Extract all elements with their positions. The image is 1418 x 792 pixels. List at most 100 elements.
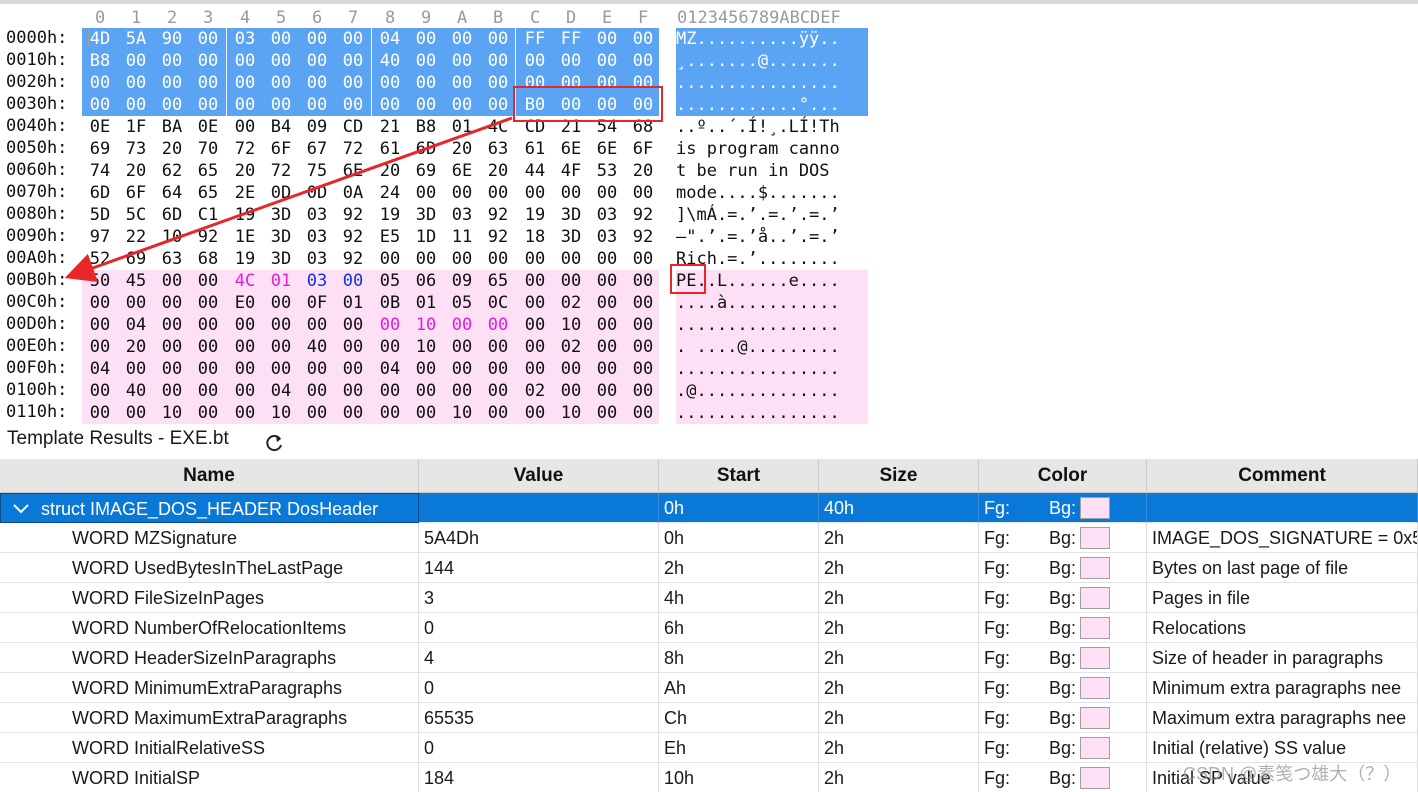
hex-byte[interactable]: 53 — [589, 160, 625, 182]
template-row[interactable]: WORD MinimumExtraParagraphs 0 Ah 2h Fg: Bg: Mi… — [0, 673, 1418, 703]
hex-byte[interactable]: 02 — [553, 292, 589, 314]
header-value[interactable]: Value — [419, 459, 659, 493]
hex-byte[interactable]: 00 — [299, 94, 335, 116]
hex-byte[interactable]: 00 — [480, 248, 516, 270]
hex-byte[interactable]: 50 — [82, 270, 118, 292]
hex-byte[interactable]: 19 — [227, 248, 263, 270]
bg-color-swatch[interactable] — [1080, 497, 1110, 519]
chevron-down-icon[interactable] — [11, 494, 31, 522]
hex-byte[interactable]: 00 — [408, 402, 444, 424]
hex-byte[interactable]: 00 — [263, 50, 299, 72]
hex-byte[interactable]: 00 — [480, 336, 516, 358]
hex-byte[interactable]: 52 — [82, 248, 118, 270]
hex-byte[interactable]: 03 — [299, 226, 335, 248]
hex-byte[interactable]: 10 — [408, 314, 444, 336]
hex-byte[interactable]: 3D — [263, 204, 299, 226]
hex-byte[interactable]: 20 — [227, 160, 263, 182]
hex-byte[interactable]: 00 — [589, 314, 625, 336]
hex-byte[interactable]: 00 — [480, 402, 516, 424]
hex-byte[interactable]: 00 — [553, 380, 589, 402]
hex-byte[interactable]: 00 — [589, 248, 625, 270]
hex-byte[interactable]: 03 — [444, 204, 480, 226]
hex-byte[interactable]: 00 — [625, 28, 661, 50]
hex-byte[interactable]: B8 — [82, 50, 118, 72]
hex-byte[interactable]: 00 — [589, 28, 625, 50]
hex-byte[interactable]: 00 — [553, 248, 589, 270]
hex-byte[interactable]: 00 — [82, 94, 118, 116]
hex-byte[interactable]: 3D — [553, 226, 589, 248]
hex-byte[interactable]: 0F — [299, 292, 335, 314]
hex-byte[interactable]: 61 — [372, 138, 408, 160]
hex-byte[interactable]: 69 — [118, 248, 154, 270]
hex-byte[interactable]: 61 — [517, 138, 553, 160]
hex-byte[interactable]: 2E — [227, 182, 263, 204]
hex-byte[interactable]: 0D — [299, 182, 335, 204]
hex-byte[interactable]: 1E — [227, 226, 263, 248]
hex-byte[interactable]: 4C — [227, 270, 263, 292]
hex-byte[interactable]: 00 — [625, 402, 661, 424]
hex-byte[interactable]: 00 — [227, 50, 263, 72]
hex-byte[interactable]: 00 — [335, 72, 371, 94]
hex-byte[interactable]: B8 — [408, 116, 444, 138]
hex-byte[interactable]: 92 — [335, 226, 371, 248]
hex-byte[interactable]: 04 — [263, 380, 299, 402]
hex-byte[interactable]: 00 — [372, 72, 408, 94]
hex-byte[interactable]: 00 — [335, 50, 371, 72]
hex-byte[interactable]: 6F — [625, 138, 661, 160]
hex-byte[interactable]: 00 — [154, 94, 190, 116]
bg-color-swatch[interactable] — [1080, 737, 1110, 759]
hex-byte[interactable]: 00 — [372, 248, 408, 270]
hex-row-ascii[interactable]: ..º..´.Í!¸.LÍ!Th — [676, 116, 868, 138]
hex-byte[interactable]: 10 — [553, 402, 589, 424]
hex-byte[interactable]: 00 — [154, 314, 190, 336]
hex-byte[interactable]: 00 — [517, 292, 553, 314]
hex-byte[interactable]: 00 — [480, 50, 516, 72]
hex-byte[interactable]: 00 — [589, 358, 625, 380]
hex-byte[interactable]: 09 — [299, 116, 335, 138]
hex-byte[interactable]: 72 — [263, 160, 299, 182]
hex-byte[interactable]: 00 — [553, 182, 589, 204]
hex-byte[interactable]: 00 — [480, 28, 516, 50]
hex-byte[interactable]: 00 — [227, 336, 263, 358]
hex-byte[interactable]: 00 — [299, 358, 335, 380]
hex-byte[interactable]: 92 — [625, 204, 661, 226]
template-row[interactable]: struct IMAGE_DOS_HEADER DosHeader 0h 40h Fg… — [0, 493, 1418, 523]
hex-byte[interactable]: 00 — [480, 94, 516, 116]
hex-byte[interactable]: 20 — [118, 336, 154, 358]
hex-byte[interactable]: 00 — [444, 94, 480, 116]
hex-byte[interactable]: 00 — [82, 402, 118, 424]
hex-row-ascii[interactable]: is program canno — [676, 138, 868, 160]
hex-byte[interactable]: 92 — [625, 226, 661, 248]
hex-byte[interactable]: 00 — [372, 402, 408, 424]
hex-byte[interactable]: 00 — [118, 94, 154, 116]
hex-byte[interactable]: 00 — [82, 380, 118, 402]
hex-byte[interactable]: 24 — [372, 182, 408, 204]
hex-byte[interactable]: 00 — [589, 182, 625, 204]
hex-byte[interactable]: 00 — [589, 270, 625, 292]
hex-byte[interactable]: 40 — [372, 50, 408, 72]
hex-byte[interactable]: 00 — [408, 28, 444, 50]
hex-byte[interactable]: E5 — [372, 226, 408, 248]
hex-byte[interactable]: 00 — [82, 336, 118, 358]
hex-byte[interactable]: 00 — [190, 380, 226, 402]
hex-byte[interactable]: 6F — [118, 182, 154, 204]
hex-byte[interactable]: 11 — [444, 226, 480, 248]
hex-byte[interactable]: 00 — [118, 72, 154, 94]
header-start[interactable]: Start — [659, 459, 819, 493]
hex-byte[interactable]: 20 — [372, 160, 408, 182]
hex-byte[interactable]: B4 — [263, 116, 299, 138]
hex-byte[interactable]: 00 — [154, 380, 190, 402]
template-row[interactable]: WORD HeaderSizeInParagraphs 4 8h 2h Fg: Bg: Si… — [0, 643, 1418, 673]
hex-byte[interactable]: 00 — [517, 248, 553, 270]
hex-byte[interactable]: 06 — [408, 270, 444, 292]
hex-byte[interactable]: 00 — [480, 358, 516, 380]
hex-row-ascii[interactable]: —".’.=.’å..’.=.’ — [676, 226, 868, 248]
header-color[interactable]: Color — [979, 459, 1147, 493]
hex-byte[interactable]: 00 — [589, 292, 625, 314]
hex-byte[interactable]: 00 — [154, 292, 190, 314]
hex-byte[interactable]: 40 — [118, 380, 154, 402]
hex-byte[interactable]: 03 — [299, 248, 335, 270]
hex-byte[interactable]: 00 — [118, 50, 154, 72]
hex-byte[interactable]: 04 — [82, 358, 118, 380]
hex-byte[interactable]: 00 — [517, 182, 553, 204]
